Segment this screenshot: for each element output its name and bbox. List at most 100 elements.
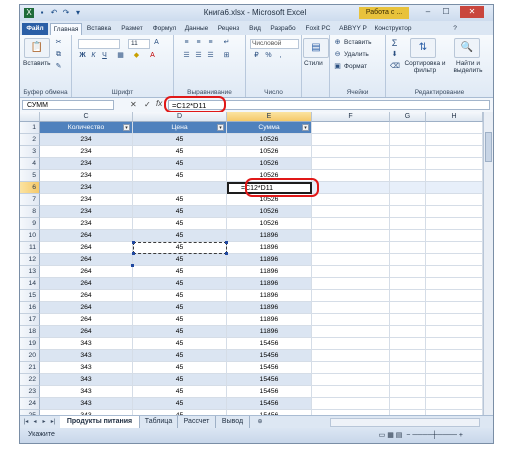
empty-cell[interactable] bbox=[426, 314, 483, 326]
empty-cell[interactable] bbox=[390, 218, 426, 230]
sheet-tab-calc[interactable]: Рассчет bbox=[178, 416, 216, 428]
table-cell[interactable]: 10526 bbox=[227, 194, 312, 206]
tab-file[interactable]: Файл bbox=[22, 23, 48, 35]
table-cell[interactable]: 45 bbox=[133, 302, 227, 314]
close-button[interactable]: ✕ bbox=[460, 6, 484, 18]
row-header[interactable]: 24 bbox=[20, 398, 40, 410]
row-header[interactable]: 20 bbox=[20, 350, 40, 362]
empty-cell[interactable] bbox=[312, 362, 390, 374]
table-cell[interactable]: 234 bbox=[40, 182, 133, 194]
currency-icon[interactable]: ₽ bbox=[252, 52, 261, 60]
save-icon[interactable]: ▪ bbox=[37, 8, 47, 18]
percent-icon[interactable]: % bbox=[264, 52, 273, 60]
empty-cell[interactable] bbox=[312, 350, 390, 362]
empty-cell[interactable] bbox=[426, 170, 483, 182]
sheet-tab-output[interactable]: Вывод bbox=[216, 416, 250, 428]
empty-cell[interactable] bbox=[312, 122, 390, 134]
table-cell[interactable]: 45 bbox=[133, 278, 227, 290]
empty-cell[interactable] bbox=[390, 326, 426, 338]
column-header-g[interactable]: G bbox=[390, 112, 426, 122]
column-header-d[interactable]: D bbox=[133, 112, 227, 122]
format-painter-icon[interactable]: ✎ bbox=[54, 63, 63, 71]
table-cell[interactable]: 15456 bbox=[227, 362, 312, 374]
empty-cell[interactable] bbox=[426, 374, 483, 386]
empty-cell[interactable] bbox=[312, 158, 390, 170]
fill-icon[interactable]: ⬇ bbox=[390, 51, 399, 59]
sheet-tab-products[interactable]: Продукты питания bbox=[60, 416, 140, 428]
empty-cell[interactable] bbox=[426, 290, 483, 302]
table-cell[interactable]: 264 bbox=[40, 290, 133, 302]
tab-data[interactable]: Данные bbox=[181, 23, 212, 35]
empty-cell[interactable] bbox=[390, 122, 426, 134]
clear-icon[interactable]: ⌫ bbox=[390, 63, 400, 71]
empty-cell[interactable] bbox=[312, 134, 390, 146]
table-cell[interactable]: 15456 bbox=[227, 398, 312, 410]
table-cell[interactable]: 343 bbox=[40, 398, 133, 410]
align-left-icon[interactable]: ☰ bbox=[182, 52, 191, 60]
table-cell[interactable]: 10526 bbox=[227, 134, 312, 146]
table-cell[interactable]: 11896 bbox=[227, 302, 312, 314]
styles-icon[interactable]: ▤ bbox=[303, 38, 329, 58]
merge-icon[interactable]: ⊞ bbox=[222, 52, 231, 60]
paste-icon[interactable]: 📋 bbox=[24, 38, 50, 58]
table-cell[interactable]: 45 bbox=[133, 290, 227, 302]
table-cell[interactable]: 15456 bbox=[227, 374, 312, 386]
table-cell[interactable]: 343 bbox=[40, 374, 133, 386]
table-cell[interactable]: 11896 bbox=[227, 230, 312, 242]
empty-cell[interactable] bbox=[426, 254, 483, 266]
tab-layout[interactable]: Размет bbox=[116, 23, 148, 35]
empty-cell[interactable] bbox=[390, 146, 426, 158]
format-cells-icon[interactable]: ▣ bbox=[333, 63, 342, 71]
table-cell[interactable]: 45 bbox=[133, 362, 227, 374]
table-cell[interactable]: 10526 bbox=[227, 170, 312, 182]
table-cell[interactable]: 11896 bbox=[227, 290, 312, 302]
column-header-c[interactable]: C bbox=[40, 112, 133, 122]
table-cell[interactable]: 234 bbox=[40, 170, 133, 182]
table-cell[interactable]: 234 bbox=[40, 206, 133, 218]
table-cell[interactable]: 15456 bbox=[227, 350, 312, 362]
copy-icon[interactable]: ⧉ bbox=[54, 51, 63, 59]
autosum-icon[interactable]: Σ bbox=[390, 39, 399, 48]
align-right-icon[interactable]: ☰ bbox=[206, 52, 215, 60]
empty-cell[interactable] bbox=[312, 398, 390, 410]
empty-cell[interactable] bbox=[426, 182, 483, 194]
empty-cell[interactable] bbox=[426, 158, 483, 170]
maximize-button[interactable]: ☐ bbox=[438, 6, 454, 18]
table-cell[interactable]: 11896 bbox=[227, 242, 312, 254]
empty-cell[interactable] bbox=[390, 158, 426, 170]
grow-font-icon[interactable]: A bbox=[152, 39, 161, 47]
table-cell[interactable]: 264 bbox=[40, 254, 133, 266]
filter-dropdown-icon[interactable]: ▾ bbox=[302, 124, 309, 131]
find-select-button[interactable]: Найти и выделить bbox=[448, 60, 488, 74]
empty-cell[interactable] bbox=[312, 374, 390, 386]
table-cell[interactable]: 264 bbox=[40, 278, 133, 290]
table-cell[interactable]: 343 bbox=[40, 362, 133, 374]
table-cell[interactable]: 45 bbox=[133, 230, 227, 242]
empty-cell[interactable] bbox=[312, 278, 390, 290]
table-cell[interactable]: 45 bbox=[133, 206, 227, 218]
cancel-icon[interactable]: ✕ bbox=[130, 100, 137, 109]
column-header-e[interactable]: E bbox=[227, 112, 312, 122]
empty-cell[interactable] bbox=[426, 266, 483, 278]
minimize-button[interactable]: – bbox=[420, 6, 436, 18]
delete-cells-icon[interactable]: ⊖ bbox=[333, 51, 342, 59]
table-cell[interactable]: 45 bbox=[133, 374, 227, 386]
name-box[interactable]: СУММ bbox=[22, 100, 114, 110]
row-header[interactable]: 16 bbox=[20, 302, 40, 314]
row-header[interactable]: 13 bbox=[20, 266, 40, 278]
zoom-controls[interactable]: ▭ ▦ ▤ − ────┼──── + bbox=[379, 431, 463, 439]
empty-cell[interactable] bbox=[312, 302, 390, 314]
table-cell[interactable]: 264 bbox=[40, 230, 133, 242]
wrap-text-icon[interactable]: ↵ bbox=[222, 39, 231, 47]
table-cell[interactable]: 15456 bbox=[227, 386, 312, 398]
empty-cell[interactable] bbox=[390, 194, 426, 206]
empty-cell[interactable] bbox=[426, 338, 483, 350]
table-cell[interactable]: 11896 bbox=[227, 326, 312, 338]
tab-developer[interactable]: Разрабо bbox=[266, 23, 300, 35]
table-cell[interactable]: 264 bbox=[40, 302, 133, 314]
table-header-cell[interactable]: Количество ▾ bbox=[40, 122, 133, 134]
redo-icon[interactable]: ↷ bbox=[61, 8, 71, 18]
tab-view[interactable]: Вид bbox=[245, 23, 265, 35]
bold-icon[interactable]: Ж bbox=[78, 52, 87, 60]
empty-cell[interactable] bbox=[426, 398, 483, 410]
